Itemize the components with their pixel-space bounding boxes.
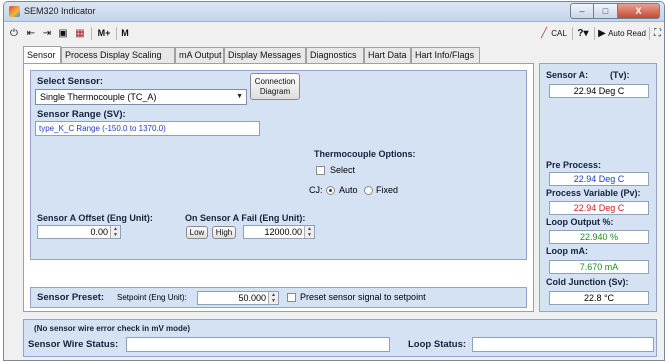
setpoint-input[interactable]: 50.000 ▲ ▼ — [197, 291, 279, 305]
cj-auto-radio[interactable] — [326, 186, 335, 195]
cold-junction-value: 22.8 °C — [549, 291, 649, 305]
process-variable-value: 22.94 Deg C — [549, 201, 649, 215]
minimize-button[interactable]: – — [570, 3, 594, 19]
cold-junction-label: Cold Junction (Sv): — [546, 277, 629, 287]
preset-signal-label: Preset sensor signal to setpoint — [300, 292, 426, 302]
tab-sensor[interactable]: Sensor — [23, 46, 61, 63]
app-window: SEM320 Indicator – □ X ⏻ ⇤ ⇥ ▣ ▦ M+ M ╱ … — [3, 1, 665, 361]
connect-icon[interactable]: ⇤ — [25, 26, 37, 41]
app-icon — [9, 6, 20, 17]
sensor-offset-label: Sensor A Offset (Eng Unit): — [37, 213, 153, 223]
sensor-preset-label: Sensor Preset: — [37, 292, 105, 303]
cj-auto-label: Auto — [339, 185, 358, 195]
readings-panel: Sensor A: (Tv): 22.94 Deg C Pre Process:… — [539, 63, 657, 312]
pre-process-value: 22.94 Deg C — [549, 172, 649, 186]
tab-hart-info-flags[interactable]: Hart Info/Flags — [411, 47, 480, 63]
pen-icon: ╱ — [540, 28, 548, 39]
disconnect-icon[interactable]: ⇥ — [41, 26, 53, 41]
auto-read-button[interactable]: Auto Read — [607, 26, 647, 41]
help-dropdown-icon[interactable]: ?▾ — [575, 26, 591, 41]
sensor-a-tv-label: (Tv): — [610, 70, 630, 80]
toolbar-separator — [91, 27, 92, 40]
pre-process-label: Pre Process: — [546, 160, 602, 170]
sensor-a-value: 22.94 Deg C — [549, 84, 649, 98]
cj-fixed-radio[interactable] — [364, 186, 373, 195]
cj-fixed-label: Fixed — [376, 185, 399, 195]
sensor-config-group: Select Sensor: Single Thermocouple (TC_A… — [30, 70, 527, 260]
setpoint-value: 50.000 — [238, 293, 266, 303]
status-area: (No sensor wire error check in mV mode) … — [23, 319, 657, 357]
loop-output-value: 22.940 % — [549, 230, 649, 244]
thermocouple-options-label: Thermocouple Options: — [314, 149, 416, 159]
sensor-fail-value: 12000.00 — [264, 227, 302, 237]
setpoint-label: Setpoint (Eng Unit): — [117, 293, 187, 302]
sensor-wire-status-value — [126, 337, 390, 352]
close-button[interactable]: X — [618, 3, 660, 19]
sensor-select[interactable]: Single Thermocouple (TC_A) ▼ — [35, 89, 247, 105]
memory-add-button[interactable]: M+ — [95, 26, 113, 41]
tc-select-label: Select — [330, 165, 356, 175]
select-sensor-label: Select Sensor: — [37, 76, 103, 87]
tab-ma-output[interactable]: mA Output — [175, 47, 224, 63]
tc-select-checkbox[interactable] — [316, 166, 325, 175]
sensor-wire-status-label: Sensor Wire Status: — [28, 339, 119, 350]
sensor-tab-panel: Select Sensor: Single Thermocouple (TC_A… — [23, 63, 534, 312]
power-icon[interactable]: ⏻ — [8, 26, 20, 41]
toolbar-separator — [572, 27, 573, 40]
toolbar-separator — [116, 27, 117, 40]
toolbar: ⏻ ⇤ ⇥ ▣ ▦ M+ M ╱ CAL ?▾ ▶ Auto Read ⛶ — [4, 23, 664, 45]
sensor-preset-group: Sensor Preset: Setpoint (Eng Unit): 50.0… — [30, 287, 527, 308]
window-title: SEM320 Indicator — [24, 6, 96, 16]
toolbar-separator — [594, 27, 595, 40]
device-icon[interactable]: ▦ — [74, 26, 86, 41]
loop-ma-value: 7.670 mA — [549, 260, 649, 274]
sensor-range-label: Sensor Range (SV): — [37, 109, 126, 120]
tab-display-messages[interactable]: Display Messages — [224, 47, 306, 63]
process-variable-label: Process Variable (Pv): — [546, 188, 641, 198]
loop-status-value — [472, 337, 654, 352]
loop-output-label: Loop Output %: — [546, 217, 614, 227]
cj-label: CJ: — [309, 185, 323, 195]
fail-high-button[interactable]: High — [212, 226, 236, 239]
loop-ma-label: Loop mA: — [546, 246, 588, 256]
wire-check-note: (No sensor wire error check in mV mode) — [34, 324, 191, 333]
sensor-offset-input[interactable]: 0.00 ▲ ▼ — [37, 225, 121, 239]
fail-low-button[interactable]: Low — [186, 226, 208, 239]
loop-status-label: Loop Status: — [408, 339, 467, 350]
sensor-select-value: Single Thermocouple (TC_A) — [40, 92, 157, 102]
sensor-fail-label: On Sensor A Fail (Eng Unit): — [185, 213, 306, 223]
tab-process-display-scaling[interactable]: Process Display Scaling — [61, 47, 175, 63]
memory-button[interactable]: M — [119, 26, 131, 41]
sensor-offset-value: 0.00 — [90, 227, 108, 237]
sensor-a-label: Sensor A: — [546, 70, 589, 80]
spinner-icon[interactable]: ▲ ▼ — [268, 292, 278, 304]
network-icon[interactable]: ⛶ — [652, 26, 663, 41]
cal-button[interactable]: CAL — [550, 26, 568, 41]
tab-hart-data[interactable]: Hart Data — [364, 47, 411, 63]
connection-diagram-button[interactable]: Connection Diagram — [250, 73, 300, 100]
spinner-icon[interactable]: ▲ ▼ — [304, 226, 314, 238]
tab-diagnostics[interactable]: Diagnostics — [306, 47, 364, 63]
preset-signal-checkbox[interactable] — [287, 293, 296, 302]
play-icon: ▶ — [598, 28, 606, 39]
toolbar-separator — [649, 27, 650, 40]
spinner-icon[interactable]: ▲ ▼ — [110, 226, 120, 238]
sensor-fail-input[interactable]: 12000.00 ▲ ▼ — [243, 225, 315, 239]
maximize-button[interactable]: □ — [594, 3, 618, 19]
sensor-range-value: type_K_C Range (-150.0 to 1370.0) — [35, 121, 260, 136]
save-icon[interactable]: ▣ — [57, 26, 69, 41]
chevron-down-icon: ▼ — [236, 93, 243, 100]
title-bar: SEM320 Indicator – □ X — [4, 2, 664, 22]
